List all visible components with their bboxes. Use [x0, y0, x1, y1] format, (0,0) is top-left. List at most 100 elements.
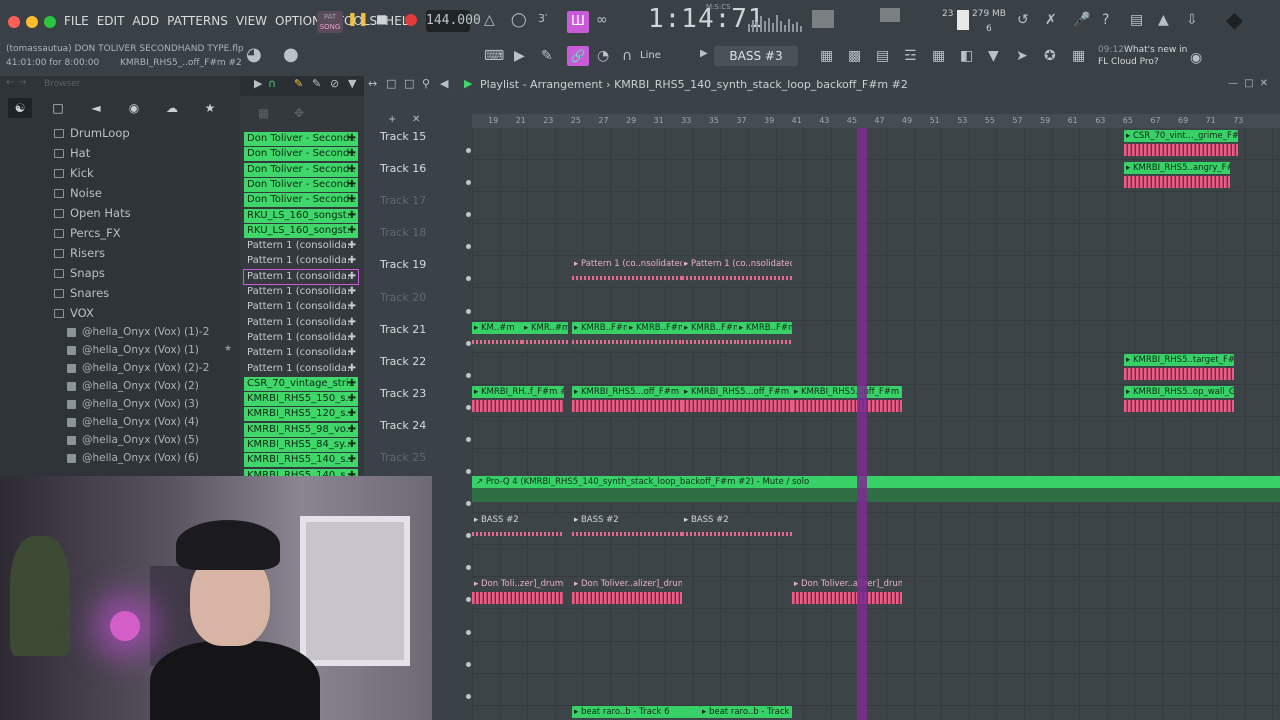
track-name[interactable]: Track 17	[380, 194, 426, 207]
picker-item[interactable]: KMRBI_RHS5_98_vo.. ✚	[244, 422, 358, 437]
playlist-clip[interactable]: ▸ Don Toli..zer]_drums	[472, 578, 564, 606]
forward-arrow-icon[interactable]: →	[18, 77, 26, 88]
menu-add[interactable]: ADD	[132, 14, 159, 28]
track-lane[interactable]	[472, 224, 1280, 257]
playlist-clip[interactable]: ▸ KMRBI_RHS5..angry_F#m	[1124, 162, 1230, 190]
plugin-picker-icon[interactable]: ▼	[988, 48, 999, 64]
track-mute-dot[interactable]	[466, 148, 471, 153]
menu-patterns[interactable]: PATTERNS	[167, 14, 228, 28]
picker-item[interactable]: CSR_70_vintage_stri.. ✚	[244, 376, 358, 391]
mute-icon[interactable]: ▼	[348, 77, 356, 90]
track-mute-dot[interactable]	[466, 308, 471, 314]
tab-all-icon[interactable]: ☯	[8, 98, 32, 118]
help-icon[interactable]: ?	[1102, 12, 1109, 28]
play-pattern-icon[interactable]: ▶	[514, 48, 525, 64]
select-icon[interactable]: □	[404, 77, 414, 90]
playlist-clip[interactable]: ▸ KMRBI_RHS5...off_F#m #2	[682, 386, 792, 414]
picker-item[interactable]: Don Toliver - Second.. ✚	[244, 177, 358, 192]
playlist-clip[interactable]: ▸ Pattern 1 (co..nsolidated)	[572, 258, 682, 286]
picker-item[interactable]: KMRBI_RHS5_150_s.. ✚	[244, 392, 358, 407]
add-clip-icon[interactable]: ✚	[348, 239, 356, 253]
tab-files-icon[interactable]: □	[46, 98, 70, 118]
track-name[interactable]: Track 25	[380, 451, 426, 464]
picker-item[interactable]: RKU_LS_160_songst.. ✚	[244, 223, 358, 238]
track-mute-dot[interactable]	[466, 340, 471, 346]
countdown-icon[interactable]: 3′	[538, 12, 548, 25]
snap-mode-select[interactable]: Line	[640, 50, 661, 61]
minimize-window-button[interactable]	[26, 16, 38, 28]
master-volume-knob-icon[interactable]: ◕	[246, 44, 262, 65]
pattern-selector[interactable]: BASS #3	[714, 46, 798, 66]
picker-item[interactable]: Pattern 1 (consolida.. ✚	[244, 254, 358, 268]
snap-toggle[interactable]: 🔗	[567, 46, 589, 66]
picker-item[interactable]: Pattern 1 (consolida.. ✚	[244, 346, 358, 360]
add-clip-icon[interactable]: ✚	[348, 423, 356, 437]
track-mute-dot[interactable]	[466, 372, 471, 378]
piano-roll-icon[interactable]: ⌨	[484, 48, 504, 64]
pat-song-toggle[interactable]: PAT SONG	[317, 11, 343, 33]
picker-item[interactable]: Pattern 1 (consolida.. ✚	[244, 316, 358, 330]
folder-snares[interactable]: Snares	[0, 284, 240, 304]
add-clip-icon[interactable]: ✚	[348, 377, 356, 391]
back-arrow-icon[interactable]: ←	[6, 77, 14, 88]
automation-curve[interactable]	[472, 488, 1280, 502]
add-clip-icon[interactable]: ✚	[348, 270, 356, 284]
channel-rack-icon[interactable]: ▩	[848, 48, 861, 64]
track-mute-dot[interactable]	[466, 597, 471, 603]
microphone-icon[interactable]: 🎤	[1073, 12, 1090, 28]
arrow-icon[interactable]: ▶	[254, 77, 262, 90]
metronome-icon[interactable]: △	[484, 12, 495, 28]
add-clip-icon[interactable]: ✚	[348, 362, 356, 376]
track-mute-dot[interactable]	[466, 436, 471, 442]
delete-icon[interactable]: ⊘	[330, 77, 339, 90]
playlist-icon[interactable]: ▦	[820, 48, 833, 64]
folder-risers[interactable]: Risers	[0, 244, 240, 264]
track-name[interactable]: Track 15	[380, 130, 426, 143]
clip-source-icon[interactable]: ▦	[258, 106, 269, 120]
track-mute-dot[interactable]	[466, 533, 471, 539]
track-mute-dot[interactable]	[466, 244, 471, 250]
favorite-star-icon[interactable]: ★	[224, 344, 232, 354]
picker-item[interactable]: Pattern 1 (consolida.. ✚	[244, 239, 358, 253]
pencil-icon[interactable]: ✎	[294, 77, 303, 90]
playlist-clip[interactable]: ▸ Pattern 1 (co..nsolidated)	[682, 258, 792, 286]
playlist-clip[interactable]: ▸ KMRBI_RHS5...off_F#m #2	[572, 386, 682, 414]
menu-view[interactable]: VIEW	[236, 14, 267, 28]
folder-snaps[interactable]: Snaps	[0, 264, 240, 284]
track-lane[interactable]	[472, 417, 1280, 449]
track-mute-dot[interactable]	[466, 629, 471, 635]
add-clip-icon[interactable]: ✚	[348, 392, 356, 406]
zoom-icon[interactable]: ⚲	[422, 77, 430, 90]
arrangement-icon[interactable]: ▶	[464, 77, 472, 90]
menu-edit[interactable]: EDIT	[97, 14, 125, 28]
playlist-clip[interactable]: ▸ Don Toliver..alizer]_drums	[572, 578, 682, 606]
master-pitch-knob-icon[interactable]: ●	[283, 44, 299, 65]
track-mute-dot[interactable]	[466, 276, 471, 282]
track-mute-dot[interactable]	[466, 180, 471, 186]
add-clip-icon[interactable]: ✚	[348, 147, 356, 161]
zoom-window-button[interactable]	[44, 16, 56, 28]
snap-magnet-icon[interactable]: ∩	[622, 48, 632, 64]
file-item[interactable]: @hella_Onyx (Vox) (1) ★	[0, 342, 240, 360]
marketplace-icon[interactable]: ✪	[1044, 48, 1056, 64]
cart-icon[interactable]: ▦	[1072, 48, 1085, 64]
playlist-clip[interactable]: ▸ KMRB..F#m	[627, 322, 682, 350]
tab-cloud-icon[interactable]: ☁	[160, 98, 184, 118]
add-clip-icon[interactable]: ✚	[348, 254, 356, 268]
master-pitch-meter[interactable]	[880, 8, 900, 22]
tab-plugins-icon[interactable]: ◄	[84, 98, 108, 118]
folder-hat[interactable]: Hat	[0, 144, 240, 164]
add-clip-icon[interactable]: ✚	[348, 132, 356, 146]
playlist-clip[interactable]: ▸ BASS #2	[682, 514, 792, 542]
touch-keyboard-icon[interactable]: ➤	[1016, 48, 1028, 64]
playlist-clip[interactable]: ▸ beat raro..b - Track 6	[700, 706, 792, 720]
file-item[interactable]: @hella_Onyx (Vox) (1)-2	[0, 324, 240, 342]
add-clip-icon[interactable]: ✚	[348, 224, 356, 238]
add-clip-icon[interactable]: ✚	[348, 407, 356, 421]
track-lane[interactable]	[472, 192, 1280, 225]
file-item[interactable]: @hella_Onyx (Vox) (5)	[0, 432, 240, 450]
cut-tools-icon[interactable]: ✗	[1045, 12, 1057, 28]
add-clip-icon[interactable]: ✚	[348, 346, 356, 360]
tempo-display[interactable]: 144.000	[426, 10, 481, 32]
plugin-database-icon[interactable]: ◧	[960, 48, 973, 64]
